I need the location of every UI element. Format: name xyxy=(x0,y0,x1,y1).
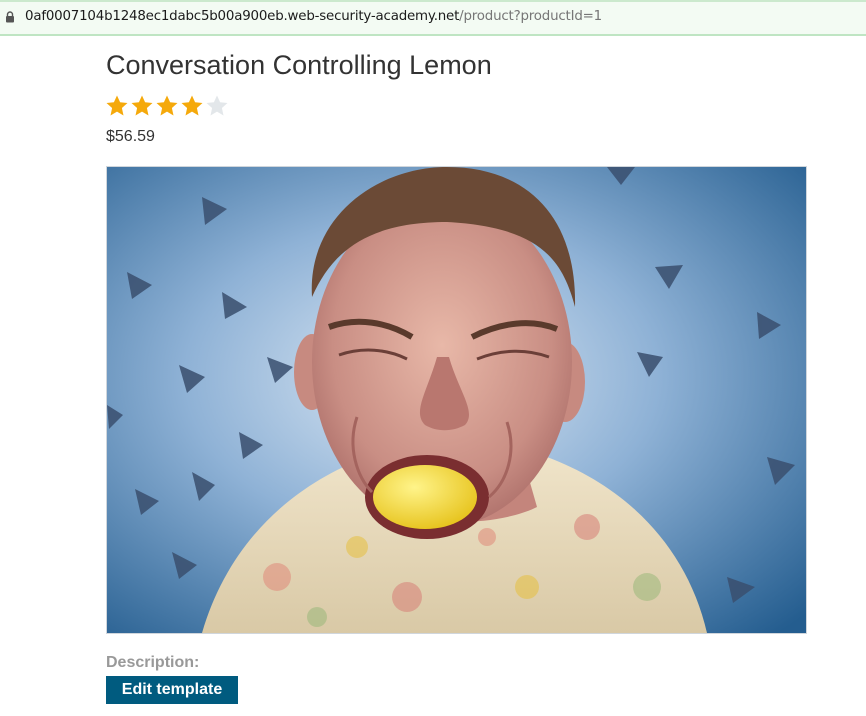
star-icon xyxy=(206,95,228,116)
star-rating xyxy=(105,94,229,118)
url-text[interactable]: 0af0007104b1248ec1dabc5b00a900eb.web-sec… xyxy=(25,9,602,24)
url-host: 0af0007104b1248ec1dabc5b00a900eb.web-sec… xyxy=(25,9,460,24)
star-icon xyxy=(181,95,203,116)
product-photo xyxy=(107,167,806,633)
product-title: Conversation Controlling Lemon xyxy=(106,50,492,80)
lock-icon xyxy=(6,11,14,23)
address-bar[interactable]: 0af0007104b1248ec1dabc5b00a900eb.web-sec… xyxy=(0,0,866,36)
product-price: $56.59 xyxy=(106,128,155,145)
product-image xyxy=(106,166,807,634)
url-path: /product?productId=1 xyxy=(459,9,602,24)
star-icon xyxy=(156,95,178,116)
star-icon xyxy=(131,95,153,116)
edit-template-button[interactable]: Edit template xyxy=(106,676,238,704)
star-icon xyxy=(106,95,128,116)
description-label: Description: xyxy=(106,654,200,671)
